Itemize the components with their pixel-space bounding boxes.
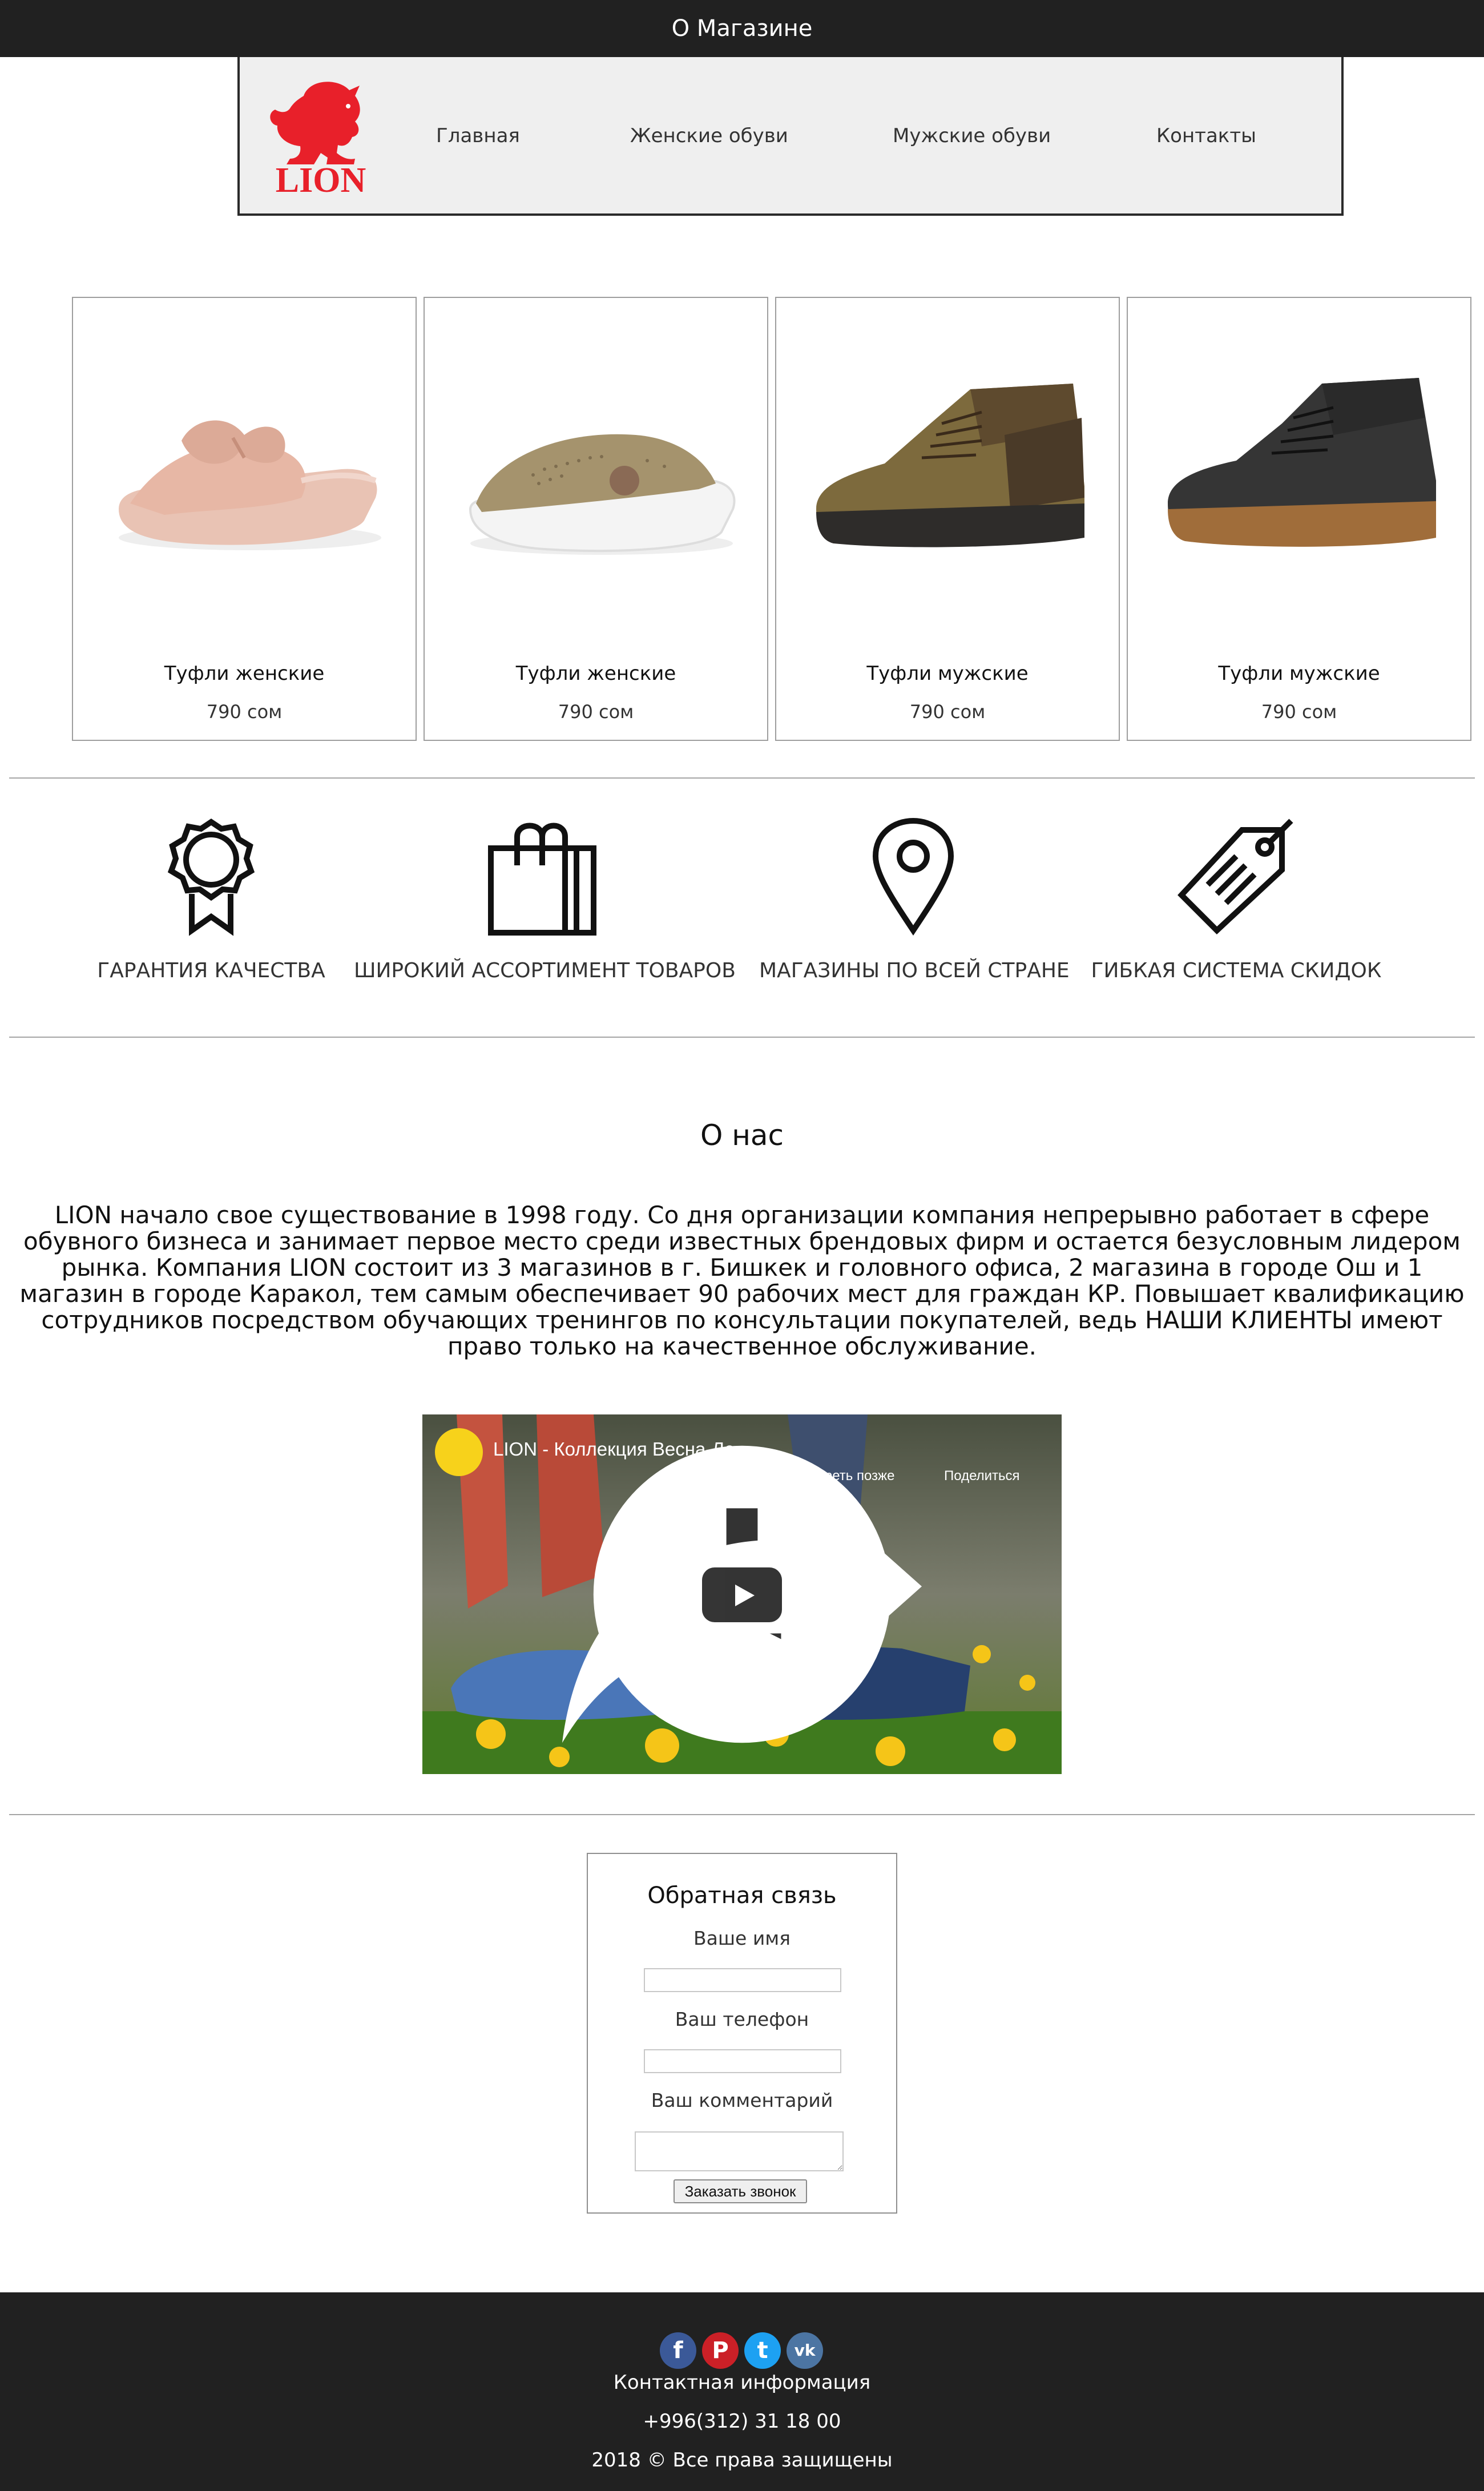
top-bar: О Магазине: [0, 0, 1484, 57]
award-icon: [167, 818, 255, 936]
main-navigation: LION Главная Женские обуви Мужские обуви…: [237, 57, 1344, 216]
twitter-icon[interactable]: t: [744, 2332, 781, 2369]
nav-item-women[interactable]: Женские обуви: [630, 124, 788, 147]
feedback-form: Обратная связь Ваше имя Ваш телефон Ваш …: [587, 1853, 897, 2214]
price-tag-icon: [1177, 819, 1293, 934]
feature-assortment: ШИРОКИЙ АССОРТИМЕНТ ТОВАРОВ: [354, 816, 736, 999]
share-button[interactable]: Поделиться: [944, 1468, 1020, 1484]
footer-phone: +996(312) 31 18 00: [643, 2410, 841, 2433]
women-mule-image: [469, 434, 736, 555]
feature-label: ГИБКАЯ СИСТЕМА СКИДОК: [1091, 959, 1382, 982]
feature-quality: ГАРАНТИЯ КАЧЕСТВА: [97, 816, 325, 999]
men-black-boot-image: [1168, 378, 1436, 547]
pinterest-icon[interactable]: P: [702, 2332, 739, 2369]
contact-heading: Контактная информация: [613, 2371, 871, 2394]
phone-label: Ваш телефон: [675, 2008, 809, 2030]
pinterest-glyph: P: [712, 2337, 729, 2364]
feature-label: МАГАЗИНЫ ПО ВСЕЙ СТРАНЕ: [759, 959, 1070, 982]
nav-item-men[interactable]: Мужские обуви: [893, 124, 1051, 147]
vk-glyph: vk: [794, 2341, 816, 2360]
about-heading: О нас: [700, 1119, 784, 1152]
divider: [9, 777, 1475, 779]
women-slide-sandal-image: [119, 420, 381, 550]
product-title: Туфли мужские: [866, 662, 1029, 685]
twitter-glyph: t: [757, 2337, 768, 2364]
product-price: 790 сом: [1261, 701, 1337, 723]
product-price: 790 сом: [206, 701, 283, 723]
men-brown-boot-image: [816, 384, 1084, 547]
feedback-title: Обратная связь: [647, 1883, 837, 1909]
feature-label: ГАРАНТИЯ КАЧЕСТВА: [97, 959, 325, 982]
product-price: 790 сом: [909, 701, 986, 723]
facebook-glyph: f: [673, 2337, 683, 2364]
facebook-icon[interactable]: f: [660, 2332, 696, 2369]
product-card[interactable]: Туфли мужские 790 сом: [1127, 297, 1471, 741]
logo-text: LION: [276, 161, 366, 199]
page-title: О Магазине: [671, 15, 813, 42]
map-pin-icon: [872, 817, 954, 936]
footer: f P t vk Контактная информация +996(312)…: [0, 2292, 1484, 2491]
lion-logo[interactable]: LION: [264, 73, 378, 200]
divider: [9, 1814, 1475, 1815]
product-card[interactable]: Туфли женские 790 сом: [424, 297, 768, 741]
name-label: Ваше имя: [693, 1927, 791, 1949]
product-title: Туфли мужские: [1218, 662, 1380, 685]
footer-copyright: 2018 © Все права защищены: [591, 2449, 893, 2472]
shopping-bag-icon: [488, 823, 596, 936]
feature-label: ШИРОКИЙ АССОРТИМЕНТ ТОВАРОВ: [354, 959, 736, 982]
product-price: 790 сом: [558, 701, 634, 723]
nav-item-home[interactable]: Главная: [436, 124, 520, 147]
about-text: LION начало свое существование в 1998 го…: [19, 1201, 1465, 1360]
play-button[interactable]: [702, 1567, 782, 1622]
order-call-button[interactable]: Заказать звонок: [674, 2179, 807, 2203]
phone-input[interactable]: [644, 2049, 841, 2073]
nav-item-contacts[interactable]: Контакты: [1156, 124, 1256, 147]
video-player[interactable]: LION - Коллекция Весна-Ле... Посмотреть …: [422, 1414, 1062, 1774]
product-title: Туфли женские: [164, 662, 325, 685]
divider: [9, 1037, 1475, 1038]
name-input[interactable]: [644, 1968, 841, 1992]
product-card[interactable]: Туфли мужские 790 сом: [775, 297, 1120, 741]
comment-textarea[interactable]: [635, 2131, 844, 2171]
product-card[interactable]: Туфли женские 790 сом: [72, 297, 417, 741]
vk-icon[interactable]: vk: [787, 2332, 823, 2369]
lion-icon: LION: [270, 82, 366, 200]
product-title: Туфли женские: [515, 662, 676, 685]
comment-label: Ваш комментарий: [651, 2089, 833, 2111]
feature-discounts: ГИБКАЯ СИСТЕМА СКИДОК: [1088, 816, 1385, 999]
feature-stores: МАГАЗИНЫ ПО ВСЕЙ СТРАНЕ: [759, 816, 1070, 999]
